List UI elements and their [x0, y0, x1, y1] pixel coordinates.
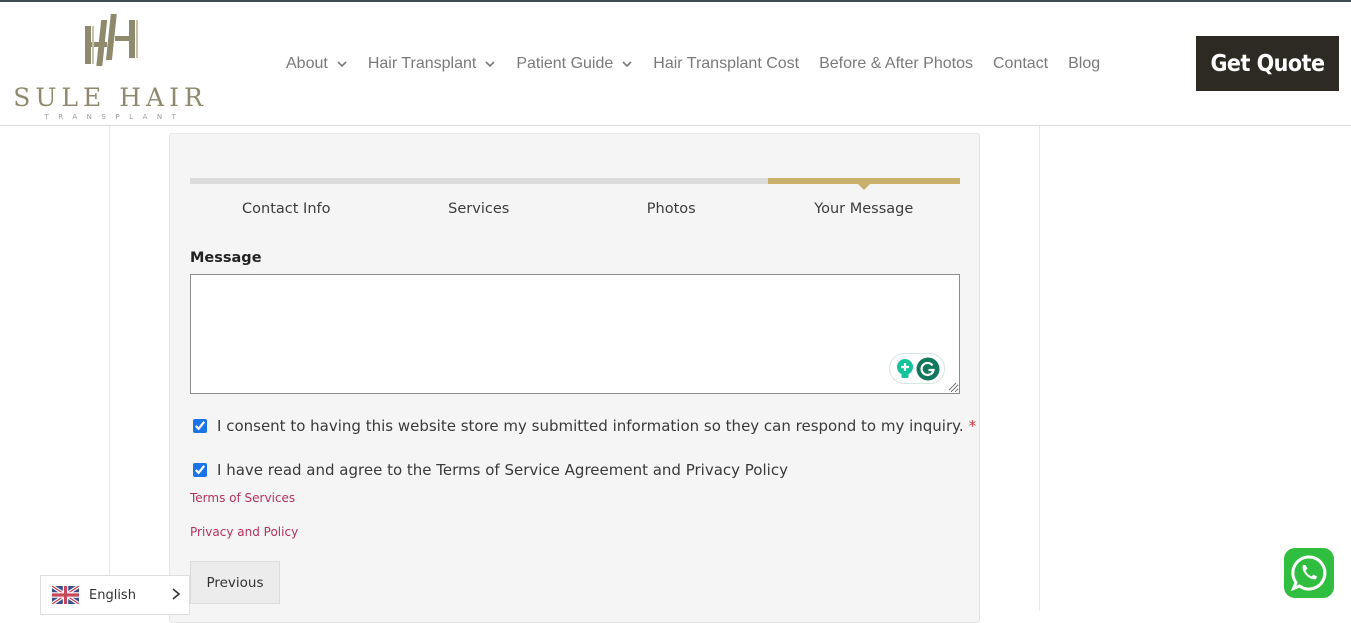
- required-marker: *: [968, 417, 977, 435]
- nav-item-before-after-photos[interactable]: Before & After Photos: [819, 55, 973, 73]
- nav-label: Contact: [992, 55, 1049, 72]
- chevron-down-icon: [485, 61, 495, 68]
- whatsapp-button[interactable]: [1284, 548, 1334, 598]
- resize-handle-icon[interactable]: [947, 381, 957, 391]
- content-divider-right: [1039, 126, 1040, 611]
- uk-flag-icon: [52, 586, 79, 604]
- consent-checkbox-row: I consent to having this website store m…: [193, 417, 976, 435]
- privacy-policy-link[interactable]: Privacy and Policy: [190, 525, 298, 539]
- nav-item-contact[interactable]: Contact: [993, 55, 1048, 73]
- consent-label: I consent to having this website store m…: [217, 417, 964, 435]
- whatsapp-icon: [1284, 548, 1334, 598]
- nav-item-blog[interactable]: Blog: [1068, 55, 1100, 73]
- active-step-pointer: [857, 184, 870, 190]
- terms-label: I have read and agree to the Terms of Se…: [217, 461, 788, 479]
- terms-checkbox[interactable]: [193, 463, 207, 477]
- message-label: Message: [190, 250, 262, 266]
- step-services: Services: [448, 201, 510, 217]
- language-switcher[interactable]: English: [40, 575, 190, 615]
- nav-label: Before & After Photos: [819, 55, 973, 72]
- chevron-down-icon: [337, 61, 347, 68]
- form-steps: Contact Info Services Photos Your Messag…: [190, 201, 960, 217]
- site-header: SULE HAIR TRANSPLANT About Hair Transpla…: [0, 2, 1351, 126]
- grammarly-suggestion-icon[interactable]: [895, 358, 915, 380]
- chevron-down-icon: [622, 61, 632, 68]
- site-logo[interactable]: SULE HAIR TRANSPLANT: [8, 10, 213, 121]
- multi-step-form: Contact Info Services Photos Your Messag…: [169, 133, 980, 623]
- content-divider-left: [109, 126, 110, 611]
- step-contact-info: Contact Info: [242, 201, 331, 217]
- logo-tagline: TRANSPLANT: [44, 113, 186, 121]
- message-textarea[interactable]: [190, 274, 960, 394]
- nav-item-hair-transplant[interactable]: Hair Transplant: [368, 55, 497, 73]
- step-photos: Photos: [646, 201, 696, 217]
- consent-checkbox[interactable]: [193, 419, 207, 433]
- nav-item-about[interactable]: About: [286, 55, 348, 73]
- nav-label: About: [286, 55, 328, 72]
- terms-checkbox-row: I have read and agree to the Terms of Se…: [193, 461, 788, 479]
- nav-label: Hair Transplant: [367, 55, 477, 72]
- main-navigation: About Hair Transplant Patient Guide Hair…: [286, 52, 1120, 76]
- terms-of-services-link[interactable]: Terms of Services: [190, 491, 295, 505]
- form-progress-bar: [190, 178, 960, 190]
- chevron-right-icon: [172, 588, 181, 600]
- nav-label: Patient Guide: [516, 55, 614, 72]
- nav-item-patient-guide[interactable]: Patient Guide: [516, 55, 633, 73]
- step-your-message: Your Message: [814, 201, 914, 217]
- previous-button[interactable]: Previous: [190, 561, 280, 604]
- get-quote-button[interactable]: Get Quote: [1196, 36, 1339, 91]
- nav-label: Hair Transplant Cost: [653, 55, 800, 72]
- nav-label: Blog: [1068, 55, 1101, 72]
- nav-item-hair-transplant-cost[interactable]: Hair Transplant Cost: [653, 55, 799, 73]
- logo-monogram-icon: [85, 14, 138, 66]
- grammarly-widget[interactable]: [889, 353, 945, 384]
- grammarly-g-icon[interactable]: [916, 357, 940, 381]
- logo-title: SULE HAIR: [13, 83, 208, 112]
- language-label: English: [89, 587, 136, 603]
